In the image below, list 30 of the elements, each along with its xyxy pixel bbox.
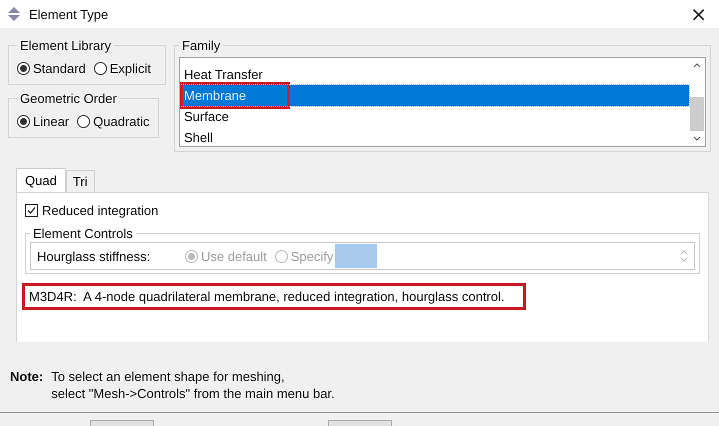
hourglass-label: Hourglass stiffness: [37, 248, 152, 264]
group-title: Family [181, 38, 222, 53]
list-item[interactable]: Shell [180, 127, 689, 148]
radio-option[interactable]: Standard [17, 61, 86, 76]
list-item-label: Heat Transfer [184, 66, 263, 84]
list-item[interactable]: Membrane [180, 85, 689, 106]
checkmark-icon [26, 205, 37, 216]
element-description: M3D4R: A 4-node quadrilateral membrane, reduced integration, hourglass control. [25, 286, 522, 307]
group-title: Element Controls [32, 226, 134, 241]
window-title: Element Type [29, 6, 110, 22]
note-text: select "Mesh->Controls" from the main menu bar. [51, 385, 335, 402]
scroll-up-icon[interactable] [692, 61, 702, 69]
radio-option[interactable]: Explicit [94, 61, 151, 76]
list-item-label: Shell [184, 129, 213, 147]
radio-option[interactable]: Linear [17, 114, 70, 129]
scroll-down-icon[interactable] [692, 135, 702, 143]
group-title: Geometric Order [19, 91, 118, 106]
list-item-label: Surface [184, 108, 229, 126]
input-field[interactable] [335, 244, 378, 268]
app-icon [6, 6, 22, 22]
note-text: To select an element shape for meshing, [51, 368, 286, 385]
note-label: Note: [10, 368, 44, 386]
checkbox-option[interactable]: Reduced integration [25, 203, 700, 218]
radio-option[interactable]: Quadratic [77, 114, 150, 129]
list-item[interactable]: Heat Transfer [180, 64, 689, 85]
list-item[interactable]: Surface [180, 106, 689, 127]
close-button[interactable]: × [684, 2, 713, 26]
tab[interactable]: Quad [16, 168, 66, 192]
tab[interactable]: Tri [66, 170, 94, 192]
group-title: Element Library [19, 38, 112, 53]
